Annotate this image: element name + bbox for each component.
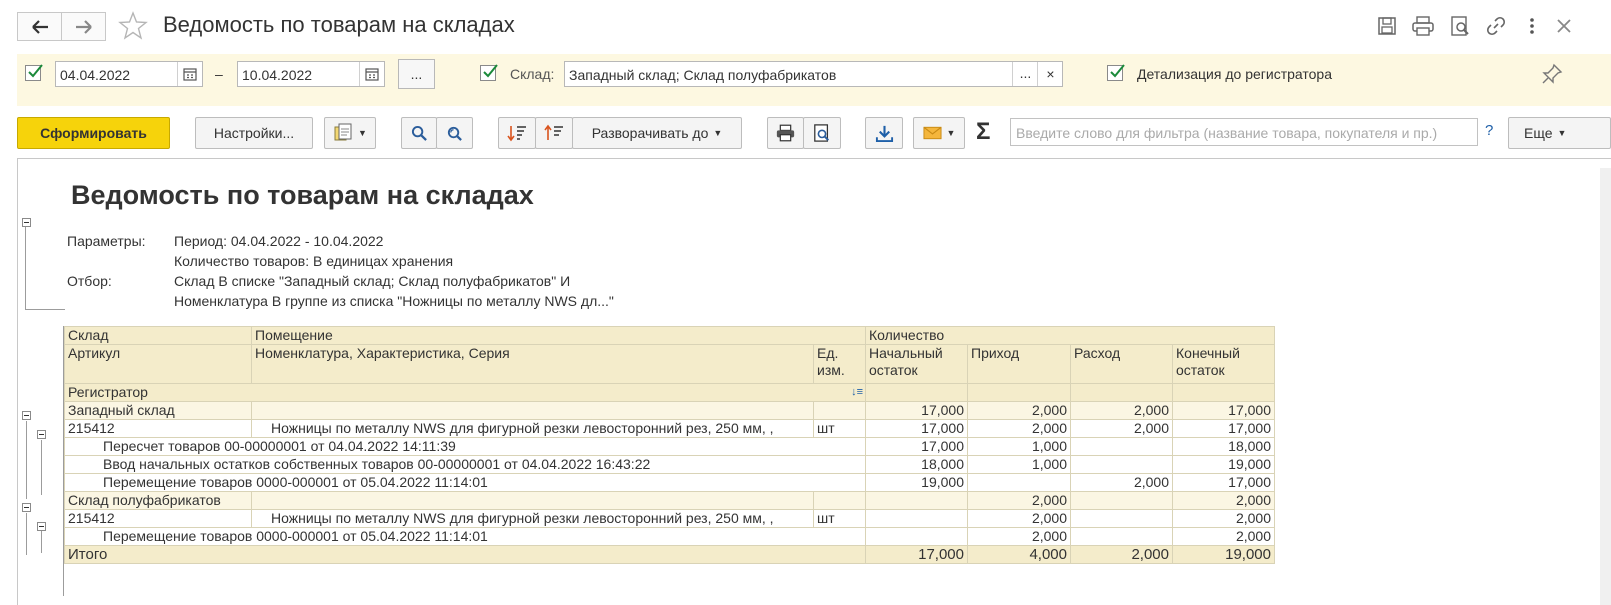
- table-row-registrator[interactable]: Пересчет товаров 00-00000001 от 04.04.20…: [64, 437, 1275, 456]
- header-row: Регистратор ↓≡: [64, 383, 1275, 402]
- close-icon[interactable]: [1553, 15, 1575, 37]
- date-dash: –: [215, 66, 223, 82]
- sklad-clear-button[interactable]: ×: [1037, 62, 1063, 86]
- header-ed: Ед. изм.: [813, 344, 866, 384]
- sort-asc-button[interactable]: [535, 117, 573, 149]
- more-button[interactable]: Еще ▼: [1508, 117, 1611, 149]
- header-kolichestvo: Количество: [865, 326, 1275, 345]
- header-pomeshenie: Помещение: [251, 326, 866, 345]
- print-preview-icon[interactable]: [1449, 15, 1471, 37]
- param-quantity: Количество товаров: В единицах хранения: [174, 253, 454, 269]
- sum-sigma-icon[interactable]: Σ: [976, 118, 990, 146]
- collapse-icon[interactable]: [37, 522, 46, 531]
- filter-label: Отбор:: [67, 273, 112, 289]
- vertical-scrollbar[interactable]: [1600, 168, 1611, 605]
- table-row-registrator[interactable]: Перемещение товаров 0000-000001 от 05.04…: [64, 527, 1275, 546]
- sklad-label: Склад:: [510, 66, 555, 82]
- calendar-icon[interactable]: [359, 62, 384, 86]
- sklad-input[interactable]: Западный склад; Склад полуфабрикатов: [564, 61, 1063, 87]
- detail-checkbox[interactable]: [1107, 64, 1125, 81]
- expand-to-dropdown[interactable]: Разворачивать до ▼: [572, 117, 742, 149]
- header-nach: Начальный остаток: [865, 344, 968, 384]
- print-preview-icon: [814, 124, 830, 142]
- header-row: Артикул Номенклатура, Характеристика, Се…: [64, 344, 1275, 384]
- search-settings-button[interactable]: [436, 117, 473, 149]
- sklad-select-button[interactable]: ...: [1012, 62, 1038, 86]
- save-icon[interactable]: [1376, 15, 1398, 37]
- params-label: Параметры:: [67, 233, 146, 249]
- header-rashod: Расход: [1070, 344, 1173, 384]
- sklad-checkbox[interactable]: [480, 64, 498, 81]
- group-line: [25, 309, 65, 310]
- group-line: [41, 440, 42, 495]
- pin-icon[interactable]: [1541, 63, 1563, 85]
- filter-sklad: Склад В списке "Западный склад; Склад по…: [174, 273, 571, 289]
- group-line: [41, 531, 42, 553]
- print-icon: [776, 124, 795, 142]
- collapse-icon[interactable]: [22, 411, 31, 420]
- link-icon[interactable]: [1485, 15, 1507, 37]
- back-button[interactable]: [17, 12, 62, 41]
- mail-icon: [923, 126, 942, 140]
- period-checkbox[interactable]: [25, 64, 43, 81]
- param-period: Период: 04.04.2022 - 10.04.2022: [174, 233, 384, 249]
- header-kon: Конечный остаток: [1172, 344, 1275, 384]
- help-link[interactable]: ?: [1485, 122, 1493, 139]
- preview-button[interactable]: [803, 117, 841, 149]
- table-row-item[interactable]: 215412 Ножницы по металлу NWS для фигурн…: [64, 509, 1275, 528]
- table-row-registrator[interactable]: Перемещение товаров 0000-000001 от 05.04…: [64, 473, 1275, 492]
- table-row-group[interactable]: Западный склад 17,000 2,000 2,000 17,000: [64, 401, 1275, 420]
- collapse-icon[interactable]: [22, 503, 31, 512]
- search-icon: [411, 125, 427, 141]
- report-title: Ведомость по товарам на складах: [71, 180, 534, 210]
- header-prihod: Приход: [967, 344, 1071, 384]
- settings-button[interactable]: Настройки...: [195, 117, 313, 149]
- sort-desc-icon: [507, 126, 526, 142]
- group-line: [26, 421, 27, 499]
- period-select-button[interactable]: ...: [398, 59, 435, 89]
- group-line: [25, 226, 26, 310]
- sort-asc-icon: [544, 124, 563, 140]
- detail-label: Детализация до регистратора: [1137, 66, 1332, 82]
- search-button[interactable]: [401, 117, 437, 149]
- calendar-icon[interactable]: [177, 62, 202, 86]
- window-title: Ведомость по товарам на складах: [163, 12, 515, 37]
- report-variants-icon: [334, 123, 352, 141]
- arrow-left-icon: [31, 19, 48, 34]
- check-icon: [28, 64, 43, 78]
- table-row-registrator[interactable]: Ввод начальных остатков собственных това…: [64, 455, 1275, 474]
- table-row-item[interactable]: 215412 Ножницы по металлу NWS для фигурн…: [64, 419, 1275, 438]
- collapse-icon[interactable]: [37, 430, 46, 439]
- date-from-input[interactable]: 04.04.2022: [55, 61, 203, 87]
- print-button[interactable]: [767, 117, 804, 149]
- header-row: Склад Помещение Количество: [64, 326, 1275, 345]
- filter-input[interactable]: Введите слово для фильтра (название това…: [1010, 118, 1478, 146]
- print-icon[interactable]: [1412, 15, 1434, 37]
- report-table: Склад Помещение Количество Артикул Номен…: [64, 326, 1275, 564]
- check-icon: [483, 64, 498, 78]
- date-to-input[interactable]: 10.04.2022: [237, 61, 385, 87]
- favorite-star-icon[interactable]: [118, 11, 148, 41]
- more-vertical-icon[interactable]: [1521, 15, 1543, 37]
- table-row-group[interactable]: Склад полуфабрикатов 2,000 2,000: [64, 491, 1275, 510]
- header-nomenklatura: Номенклатура, Характеристика, Серия: [251, 344, 814, 384]
- table-row-total[interactable]: Итого 17,000 4,000 2,000 19,000: [64, 545, 1275, 564]
- sort-desc-button[interactable]: [498, 117, 536, 149]
- search-advanced-icon: [447, 126, 462, 141]
- group-line: [26, 513, 27, 555]
- header-sklad: Склад: [64, 326, 252, 345]
- arrow-right-icon: [75, 19, 92, 34]
- export-button[interactable]: [865, 117, 903, 149]
- filter-nomenklatura: Номенклатура В группе из списка "Ножницы…: [174, 293, 614, 309]
- forward-button[interactable]: [61, 12, 106, 41]
- generate-button[interactable]: Сформировать: [17, 117, 170, 149]
- variants-button[interactable]: ▼: [324, 117, 376, 149]
- sort-indicator-icon[interactable]: ↓≡: [851, 385, 863, 401]
- collapse-icon[interactable]: [22, 218, 31, 227]
- header-artikul: Артикул: [64, 344, 252, 384]
- email-button[interactable]: ▼: [913, 117, 965, 149]
- header-registrator: Регистратор ↓≡: [64, 383, 866, 402]
- download-icon: [875, 125, 893, 142]
- check-icon: [1110, 64, 1125, 78]
